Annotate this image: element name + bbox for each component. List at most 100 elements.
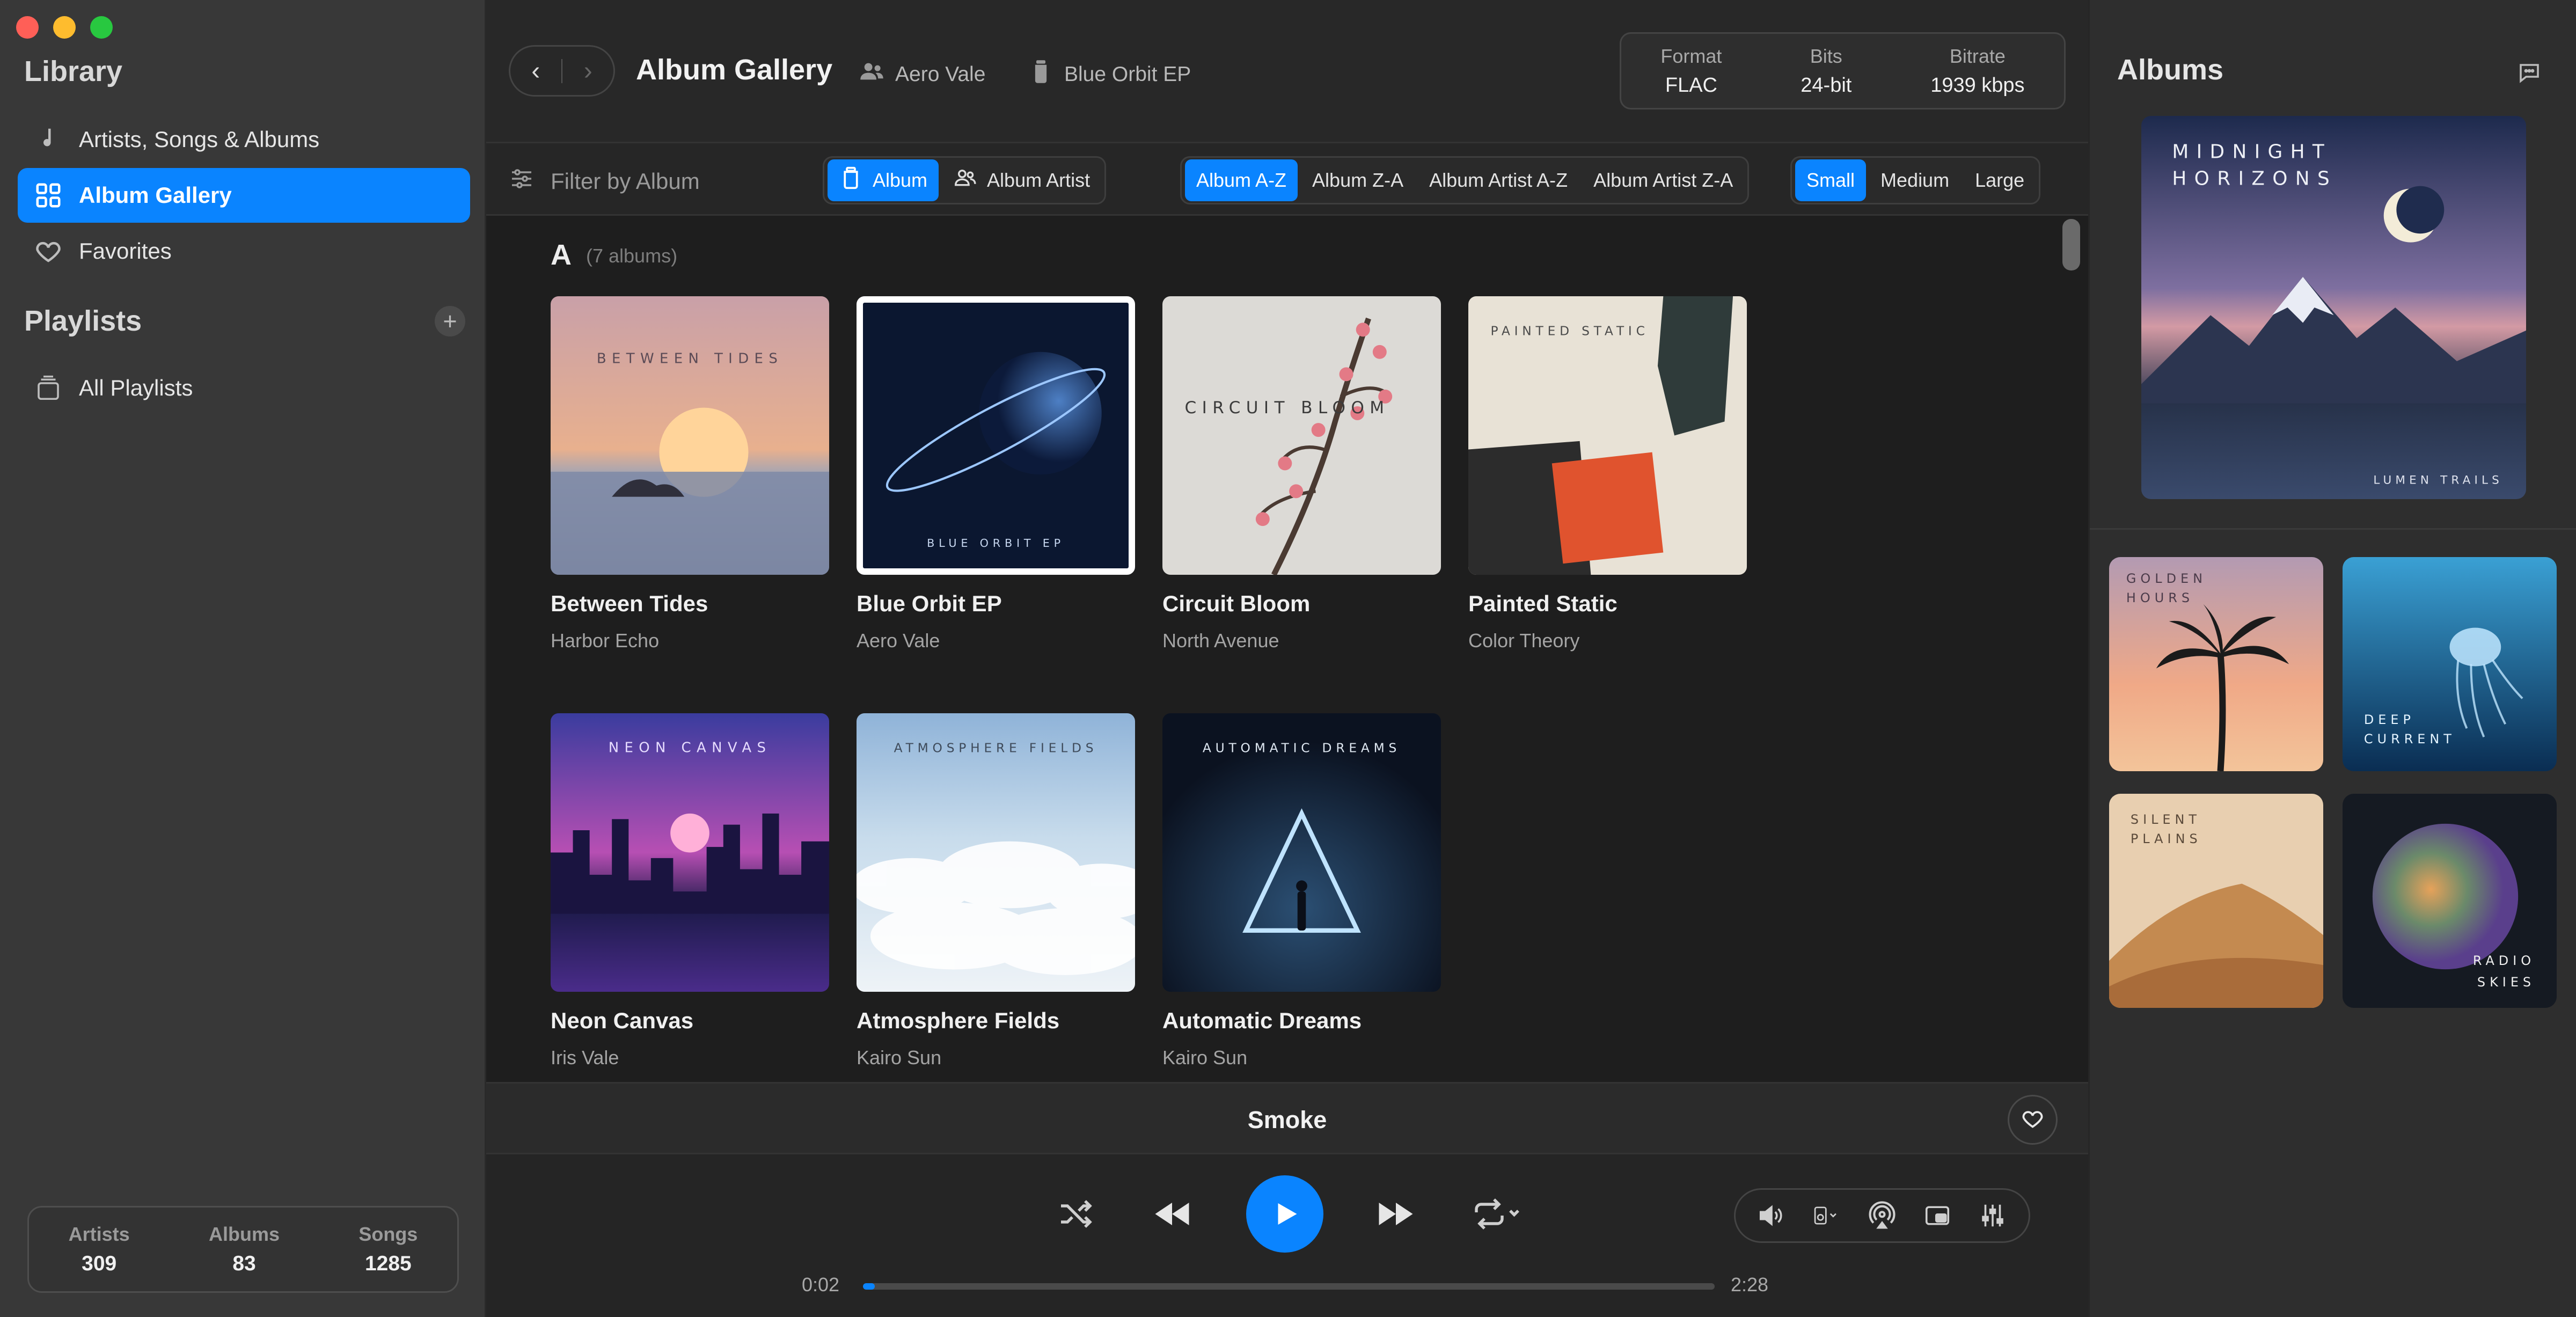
play-button[interactable] [1246, 1175, 1323, 1253]
sidebar-item-label: Favorites [79, 238, 172, 264]
progress-bar[interactable] [863, 1283, 1715, 1290]
tile-line-2: PLAINS [2131, 831, 2202, 846]
album-tile[interactable]: DEEP CURRENT [2343, 557, 2557, 771]
sort-album-artist-a-z[interactable]: Album Artist A-Z [1418, 159, 1579, 201]
chat-icon[interactable] [2516, 60, 2542, 85]
format-value: 1939 kbps [1930, 74, 2025, 97]
size-medium[interactable]: Medium [1869, 159, 1960, 201]
album-artist: Kairo Sun [1162, 1047, 1248, 1069]
current-artist[interactable]: Aero Vale [858, 58, 985, 91]
cover-text: PAINTED STATIC [1491, 324, 1649, 339]
album-cover: ATMOSPHERE FIELDS [857, 713, 1135, 992]
history-navigation: ‹ › [509, 45, 615, 97]
filter-placeholder: Filter by Album [551, 169, 700, 194]
favorite-button[interactable] [2008, 1095, 2058, 1145]
album-tile[interactable]: SILENT PLAINS [2109, 794, 2323, 1008]
stat-value: 309 [82, 1252, 117, 1275]
cover-text: NEON CANVAS [609, 740, 772, 756]
featured-line-2: HORIZONS [2172, 168, 2337, 190]
seg-label: Album [873, 169, 928, 191]
albums-panel: Albums MIDNIGHT HORIZONS LUMEN TRAILS GO… [2088, 0, 2576, 1317]
close-window-button[interactable] [16, 16, 39, 39]
seg-label: Album Artist [987, 169, 1091, 191]
filter-field[interactable]: Filter by Album [509, 166, 700, 197]
stat-value: 1285 [364, 1252, 412, 1275]
album-card[interactable]: BETWEEN TIDES Between Tides Harbor Echo [551, 296, 829, 652]
total-time: 2:28 [1731, 1274, 1769, 1296]
back-button[interactable]: ‹ [510, 47, 561, 95]
album-cover: AUTOMATIC DREAMS [1162, 713, 1441, 992]
repeat-icon [1475, 1198, 1519, 1230]
now-playing-bar: Smoke [486, 1082, 2088, 1153]
shuffle-button[interactable] [1056, 1195, 1095, 1233]
library-stats: Artists 309 Albums 83 Songs 1285 [27, 1206, 459, 1293]
album-card[interactable]: ATMOSPHERE FIELDS Atmosphere Fields Kair… [857, 713, 1135, 1069]
stack-icon [34, 374, 63, 403]
current-album[interactable]: Blue Orbit EP [1027, 58, 1191, 91]
group-by-album[interactable]: Album [828, 159, 939, 201]
output-controls [1734, 1188, 2030, 1243]
group-by-album-artist[interactable]: Album Artist [942, 159, 1101, 201]
previous-button[interactable] [1148, 1191, 1196, 1236]
equalizer-button[interactable] [1976, 1199, 2010, 1233]
miniplayer-button[interactable] [1921, 1199, 1955, 1233]
sort-album-a-z[interactable]: Album A-Z [1185, 159, 1298, 201]
progress-fill [863, 1283, 875, 1290]
album-card-selected[interactable]: BLUE ORBIT EP Blue Orbit EP Aero Vale [857, 296, 1135, 652]
album-cover: NEON CANVAS [551, 713, 829, 992]
tile-line-1: DEEP [2364, 712, 2415, 727]
stat-label: Artists [68, 1223, 130, 1245]
sidebar-item-album-gallery[interactable]: Album Gallery [18, 168, 470, 223]
featured-album-cover[interactable]: MIDNIGHT HORIZONS LUMEN TRAILS [2141, 116, 2526, 499]
stat-artists: Artists 309 [69, 1223, 130, 1276]
album-card[interactable]: CIRCUIT BLOOM Circuit Bloom North Avenue [1162, 296, 1441, 652]
format-label: Format [1660, 45, 1722, 67]
add-playlist-button[interactable]: + [435, 306, 465, 336]
sidebar-item-label: Album Gallery [79, 182, 232, 208]
sliders-icon [509, 166, 535, 197]
album-title: Automatic Dreams [1162, 1008, 1362, 1033]
volume-button[interactable] [1754, 1199, 1788, 1233]
album-card[interactable]: PAINTED STATIC Painted Static Color Theo… [1468, 296, 1747, 652]
repeat-button[interactable] [1470, 1195, 1521, 1233]
zoom-window-button[interactable] [90, 16, 113, 39]
stat-albums: Albums 83 [209, 1223, 280, 1276]
forward-button[interactable]: › [562, 47, 613, 95]
size-small[interactable]: Small [1795, 159, 1867, 201]
heart-icon [34, 237, 63, 266]
cover-text: ATMOSPHERE FIELDS [894, 741, 1098, 756]
album-card[interactable]: AUTOMATIC DREAMS Automatic Dreams Kairo … [1162, 713, 1441, 1069]
album-artist: North Avenue [1162, 630, 1279, 652]
cover-text: BLUE ORBIT EP [927, 537, 1065, 550]
output-device-button[interactable] [1810, 1199, 1843, 1233]
speaker-device-icon [1814, 1206, 1836, 1225]
album-tile[interactable]: GOLDEN HOURS [2109, 557, 2323, 771]
sort-control: Album A-Z Album Z-A Album Artist A-Z Alb… [1180, 156, 1750, 204]
gallery-scrollbar[interactable] [2062, 219, 2080, 270]
size-large[interactable]: Large [1964, 159, 2036, 201]
minimize-window-button[interactable] [53, 16, 76, 39]
rewind-icon [1155, 1203, 1189, 1225]
next-button[interactable] [1372, 1191, 1420, 1236]
sort-album-z-a[interactable]: Album Z-A [1301, 159, 1415, 201]
tile-line-1: SILENT [2131, 812, 2201, 827]
sidebar-item-favorites[interactable]: Favorites [18, 224, 470, 279]
airplay-icon [1869, 1201, 1896, 1229]
page-title: Album Gallery [636, 54, 833, 86]
gallery-toolbar: Filter by Album Album Album Artist Album… [486, 142, 2088, 216]
album-cover: CIRCUIT BLOOM [1162, 296, 1441, 575]
airplay-button[interactable] [1865, 1199, 1899, 1233]
sidebar-item-artists-songs-albums[interactable]: Artists, Songs & Albums [18, 112, 470, 167]
album-cover: BETWEEN TIDES [551, 296, 829, 575]
stat-label: Albums [209, 1223, 280, 1245]
sidebar-item-all-playlists[interactable]: All Playlists [18, 361, 470, 415]
album-card[interactable]: NEON CANVAS Neon Canvas Iris Vale [551, 713, 829, 1069]
sort-album-artist-z-a[interactable]: Album Artist Z-A [1582, 159, 1744, 201]
featured-artist: LUMEN TRAILS [2373, 473, 2503, 487]
miniplayer-icon [1926, 1206, 1950, 1225]
audio-format-info: Format FLAC Bits 24-bit Bitrate 1939 kbp… [1620, 32, 2066, 109]
album-cover: PAINTED STATIC [1468, 296, 1747, 575]
section-count: (7 albums) [586, 245, 678, 267]
album-artist: Kairo Sun [857, 1047, 942, 1069]
album-tile[interactable]: RADIO SKIES [2343, 794, 2557, 1008]
